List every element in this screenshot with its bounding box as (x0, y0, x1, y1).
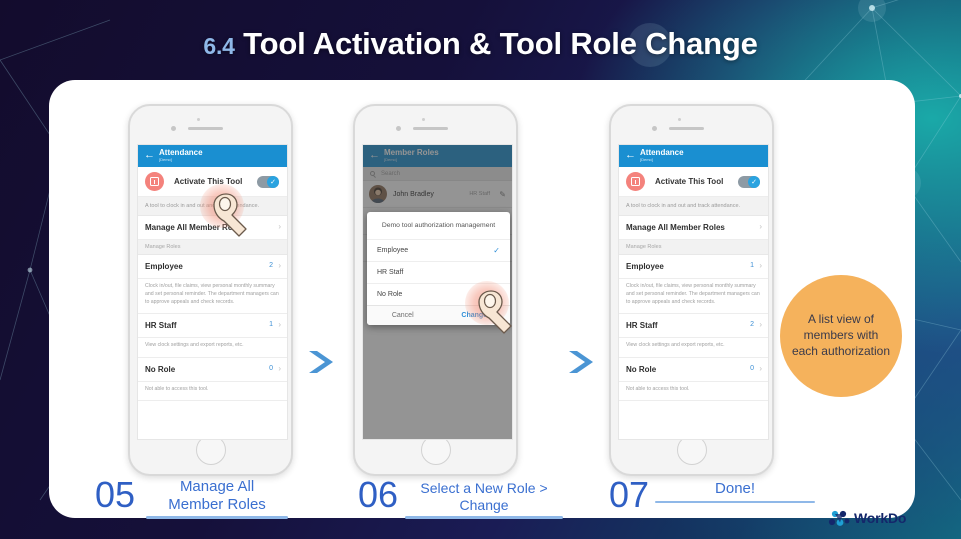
role-name: HR Staff (626, 321, 658, 331)
chevron-right-icon: › (278, 320, 281, 330)
chevron-right-icon: › (759, 363, 762, 373)
dialog-option-hr-staff[interactable]: HR Staff (367, 261, 510, 283)
sensor-dot-icon (171, 126, 176, 131)
appbar-title: Attendance (640, 148, 684, 157)
earpiece-speaker-icon (413, 127, 448, 130)
workdo-logo-icon (828, 510, 850, 526)
phone-mockup-1: ← Attendance [Demo] Activate This Tool ✓… (128, 104, 293, 476)
tap-cursor-2 (465, 281, 525, 341)
callout-badge: A list view of members with each authori… (780, 275, 902, 397)
front-camera-dot-icon (197, 118, 200, 121)
step-caption: Manage All Member Roles (168, 478, 266, 513)
role-count: 1 (269, 321, 273, 329)
role-description: Not able to access this tool. (138, 381, 287, 401)
step-number: 05 (95, 474, 136, 515)
chevron-right-icon: › (759, 222, 762, 232)
flow-arrow-1 (307, 348, 343, 376)
role-count: 0 (750, 364, 754, 372)
role-description: Clock in/out, file claims, view personal… (138, 279, 287, 315)
chevron-right-icon: › (278, 363, 281, 373)
activate-tool-row[interactable]: Activate This Tool ✓ (619, 167, 768, 197)
role-name: No Role (145, 364, 176, 374)
role-name: Employee (145, 262, 183, 272)
phone1-appbar: ← Attendance [Demo] (138, 145, 287, 167)
step-caption: Select a New Role > Change (420, 480, 548, 513)
role-name: HR Staff (145, 321, 177, 331)
earpiece-speaker-icon (188, 127, 223, 130)
role-count: 2 (750, 321, 754, 329)
appbar-subtitle: [Demo] (640, 157, 653, 162)
role-count: 0 (269, 364, 273, 372)
phone3-appbar: ← Attendance [Demo] (619, 145, 768, 167)
front-camera-dot-icon (422, 118, 425, 121)
dialog-option-employee[interactable]: Employee ✓ (367, 239, 510, 261)
tap-cursor-1 (200, 184, 260, 244)
role-count: 2 (269, 262, 273, 270)
sensor-dot-icon (396, 126, 401, 131)
step-number: 06 (358, 474, 399, 515)
earpiece-speaker-icon (669, 127, 704, 130)
attendance-app-icon (626, 172, 645, 191)
step-05: 05 Manage All Member Roles (95, 474, 289, 519)
title-text: Tool Activation & Tool Role Change (243, 26, 758, 61)
role-row-employee[interactable]: Employee 1 › (619, 255, 768, 280)
callout-text: A list view of members with each authori… (791, 312, 891, 358)
attendance-app-icon (145, 172, 164, 191)
step-underline (655, 500, 816, 504)
manage-all-member-roles-row[interactable]: Manage All Member Roles › (619, 216, 768, 241)
role-row-no-role[interactable]: No Role 0 › (619, 357, 768, 382)
back-arrow-icon[interactable]: ← (625, 150, 636, 161)
chevron-right-icon: › (759, 261, 762, 271)
dialog-title: Demo tool authorization management (381, 222, 496, 229)
brand-name: WorkDo (854, 510, 907, 526)
sensor-dot-icon (652, 126, 657, 131)
cancel-button[interactable]: Cancel (367, 306, 439, 325)
role-name: Employee (626, 262, 664, 272)
chevron-right-icon: › (759, 320, 762, 330)
role-count: 1 (750, 262, 754, 270)
chevron-right-icon: › (278, 261, 281, 271)
role-description: Clock in/out, file claims, view personal… (619, 279, 768, 315)
back-arrow-icon[interactable]: ← (144, 150, 155, 161)
appbar-subtitle: [Demo] (159, 157, 172, 162)
step-underline (405, 516, 564, 519)
section-number: 6.4 (203, 33, 235, 59)
step-07: 07 Done! (609, 474, 816, 516)
appbar-title: Attendance (159, 148, 203, 157)
step-underline (146, 516, 289, 519)
front-camera-dot-icon (678, 118, 681, 121)
role-row-hr-staff[interactable]: HR Staff 2 › (619, 314, 768, 339)
role-row-hr-staff[interactable]: HR Staff 1 › (138, 314, 287, 339)
role-description: Not able to access this tool. (619, 381, 768, 401)
option-label: HR Staff (377, 269, 404, 277)
content-panel: ← Attendance [Demo] Activate This Tool ✓… (49, 80, 915, 518)
activate-tool-label: Activate This Tool (655, 177, 724, 186)
activate-tool-toggle[interactable]: ✓ (257, 176, 279, 188)
role-description: View clock settings and export reports, … (619, 338, 768, 358)
brand-logo: WorkDo (828, 509, 906, 527)
role-name: No Role (626, 364, 657, 374)
phone3-screen: ← Attendance [Demo] Activate This Tool ✓… (618, 144, 769, 440)
role-row-no-role[interactable]: No Role 0 › (138, 357, 287, 382)
manage-all-label: Manage All Member Roles (626, 223, 725, 233)
check-icon: ✓ (493, 246, 500, 256)
step-caption: Done! (715, 480, 756, 497)
phone-mockup-2: ← Member Roles [Demo] Search John Bra (353, 104, 518, 476)
activate-tool-toggle[interactable]: ✓ (738, 176, 760, 188)
role-row-employee[interactable]: Employee 2 › (138, 255, 287, 280)
phone-mockup-3: ← Attendance [Demo] Activate This Tool ✓… (609, 104, 774, 476)
tool-description: A tool to clock in and out and track att… (619, 197, 768, 217)
step-number: 07 (609, 474, 650, 515)
page-title: 6.4 Tool Activation & Tool Role Change (0, 26, 961, 62)
flow-arrow-2 (567, 348, 603, 376)
option-label: Employee (377, 247, 409, 255)
manage-roles-section-label: Manage Roles (619, 240, 768, 256)
role-description: View clock settings and export reports, … (138, 338, 287, 358)
chevron-right-icon: › (278, 222, 281, 232)
option-label: No Role (377, 291, 403, 299)
step-06: 06 Select a New Role > Change (358, 474, 564, 519)
